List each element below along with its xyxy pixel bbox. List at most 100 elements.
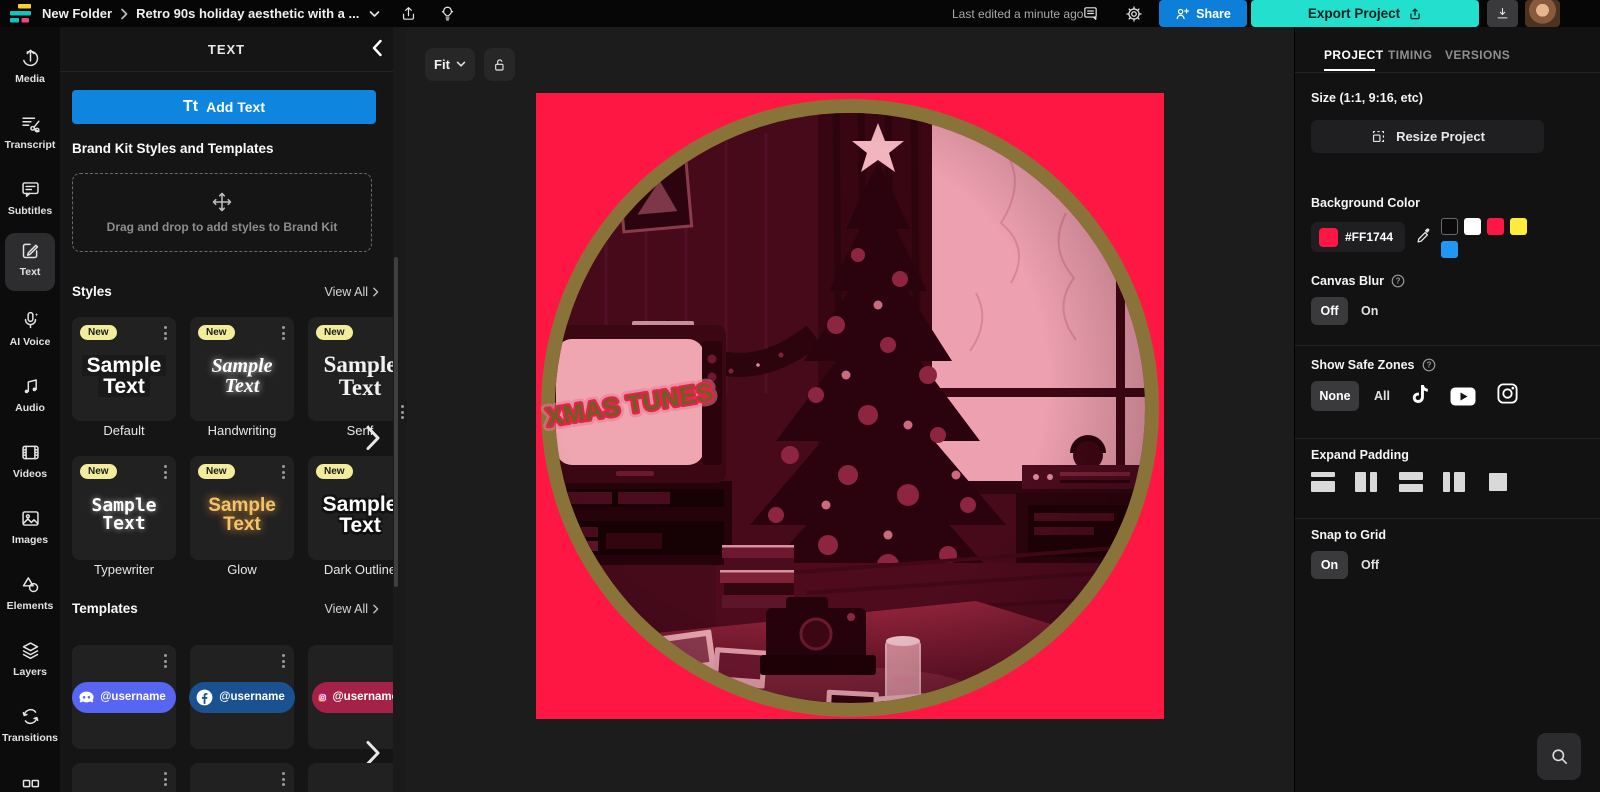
snap-off-toggle[interactable]: Off	[1361, 558, 1379, 572]
swatch-white[interactable]	[1464, 218, 1481, 235]
grid-icon	[20, 777, 41, 792]
svg-text:?: ?	[1426, 361, 1431, 370]
zoom-fit-dropdown[interactable]: Fit	[425, 48, 475, 81]
template-card-instagram[interactable]: @username	[308, 645, 393, 749]
youtube-icon[interactable]	[1450, 387, 1476, 406]
instagram-icon	[318, 688, 327, 707]
sidebar-item-more[interactable]	[0, 777, 60, 792]
templates-view-all[interactable]: View All	[324, 602, 379, 616]
sidebar-item-audio[interactable]: Audio	[0, 376, 60, 414]
publish-icon[interactable]	[400, 5, 417, 22]
canvas-zoom-search-button[interactable]	[1537, 733, 1581, 780]
instagram-outline-icon[interactable]	[1496, 382, 1519, 405]
template-card[interactable]	[190, 763, 294, 792]
breadcrumb-folder[interactable]: New Folder	[42, 6, 112, 21]
pad-top-bottom-icon[interactable]	[1399, 472, 1423, 492]
sidebar-item-transcript[interactable]: Transcript	[0, 113, 60, 151]
template-card[interactable]	[308, 763, 393, 792]
card-menu-icon[interactable]	[164, 654, 167, 668]
comments-icon[interactable]	[1082, 5, 1099, 22]
sidebar-item-subtitles[interactable]: Subtitles	[0, 179, 60, 217]
tiktok-icon[interactable]	[1408, 383, 1431, 408]
card-menu-icon[interactable]	[282, 654, 285, 668]
eyedropper-icon[interactable]	[1415, 227, 1433, 245]
style-card-handwriting[interactable]: SampleText New	[190, 317, 294, 421]
sidebar-item-ai-voice[interactable]: AI Voice	[0, 310, 60, 348]
brand-kit-dropzone[interactable]: Drag and drop to add styles to Brand Kit	[72, 173, 372, 252]
text-edit-icon	[20, 240, 41, 261]
style-card-default[interactable]: SampleText New	[72, 317, 176, 421]
top-bar: New Folder Retro 90s holiday aesthetic w…	[0, 0, 1600, 27]
subtitles-icon	[20, 179, 41, 200]
pad-left-right-icon[interactable]	[1355, 472, 1379, 492]
style-card-dark-outline[interactable]: SampleText New	[308, 456, 393, 560]
resize-icon	[1370, 128, 1387, 145]
sidebar-item-images[interactable]: Images	[0, 508, 60, 546]
card-menu-icon[interactable]	[282, 465, 285, 479]
template-card-discord[interactable]: @username	[72, 645, 176, 749]
background-color-input[interactable]: #FF1744	[1311, 222, 1405, 252]
card-menu-icon[interactable]	[164, 326, 167, 340]
pad-top-icon[interactable]	[1311, 472, 1335, 492]
share-button[interactable]: Share	[1159, 0, 1247, 27]
sidebar-item-elements[interactable]: Elements	[0, 574, 60, 612]
tab-versions[interactable]: VERSIONS	[1445, 48, 1510, 62]
canvas-blur-off-toggle[interactable]: Off	[1311, 297, 1348, 325]
sidebar-item-text[interactable]: Text	[0, 240, 60, 278]
canvas-blur-on-toggle[interactable]: On	[1361, 304, 1378, 318]
template-card-facebook[interactable]: @username	[190, 645, 294, 749]
panel-resize-gutter[interactable]	[393, 27, 407, 792]
sidebar-item-videos[interactable]: Videos	[0, 442, 60, 480]
card-menu-icon[interactable]	[164, 772, 167, 786]
help-icon[interactable]: ?	[1391, 274, 1405, 288]
cycle-icon	[20, 706, 41, 727]
style-card-glow[interactable]: SampleText New	[190, 456, 294, 560]
tab-project[interactable]: PROJECT	[1324, 48, 1383, 62]
pad-all-icon[interactable]	[1487, 472, 1511, 492]
sidebar-item-media[interactable]: Media	[0, 47, 60, 85]
card-menu-icon[interactable]	[164, 465, 167, 479]
discord-icon	[78, 690, 95, 704]
snap-on-toggle[interactable]: On	[1311, 551, 1348, 579]
last-edited-status: Last edited a minute ago	[952, 7, 1083, 21]
sidebar-item-transitions[interactable]: Transitions	[0, 706, 60, 744]
safe-zone-none-toggle[interactable]: None	[1311, 381, 1359, 411]
style-card-serif[interactable]: SampleText New	[308, 317, 393, 421]
title-dropdown-icon[interactable]	[369, 10, 380, 18]
add-text-button[interactable]: Tt Add Text	[72, 90, 376, 124]
text-panel: TEXT Tt Add Text Brand Kit Styles and Te…	[60, 27, 393, 792]
lightbulb-icon[interactable]	[439, 5, 456, 22]
styles-scroll-right-icon[interactable]	[365, 425, 381, 451]
facebook-icon	[195, 688, 214, 707]
template-card[interactable]	[72, 763, 176, 792]
lock-toggle-button[interactable]	[484, 48, 515, 81]
new-badge: New	[316, 325, 353, 340]
card-menu-icon[interactable]	[282, 772, 285, 786]
swatch-black[interactable]	[1441, 218, 1458, 235]
safe-zone-all-toggle[interactable]: All	[1374, 389, 1390, 403]
swatch-red[interactable]	[1487, 218, 1504, 235]
collapse-panel-icon[interactable]	[371, 39, 383, 57]
pad-right-icon[interactable]	[1443, 472, 1467, 492]
new-badge: New	[80, 325, 117, 340]
download-button[interactable]	[1487, 0, 1518, 27]
resize-project-button[interactable]: Resize Project	[1311, 120, 1544, 153]
canvas-artboard[interactable]: XMAS TUNES XMAS TUNES	[536, 93, 1164, 719]
style-card-typewriter[interactable]: SampleText New	[72, 456, 176, 560]
tab-timing[interactable]: TIMING	[1388, 48, 1432, 62]
help-icon[interactable]: ?	[1422, 358, 1436, 372]
styles-view-all[interactable]: View All	[324, 285, 379, 299]
kapwing-logo-icon[interactable]	[10, 4, 32, 23]
card-menu-icon[interactable]	[282, 326, 285, 340]
export-project-button[interactable]: Export Project	[1251, 0, 1479, 27]
add-text-label: Add Text	[206, 99, 265, 115]
swatch-yellow[interactable]	[1510, 218, 1527, 235]
panel-title: TEXT	[208, 42, 245, 57]
templates-heading: Templates	[72, 601, 138, 616]
settings-gear-icon[interactable]	[1125, 5, 1143, 23]
panel-scrollbar[interactable]	[394, 257, 398, 587]
sidebar-item-layers[interactable]: Layers	[0, 640, 60, 678]
breadcrumb-project-title[interactable]: Retro 90s holiday aesthetic with a ...	[136, 6, 359, 21]
user-avatar[interactable]	[1525, 0, 1560, 27]
swatch-blue[interactable]	[1441, 241, 1458, 258]
